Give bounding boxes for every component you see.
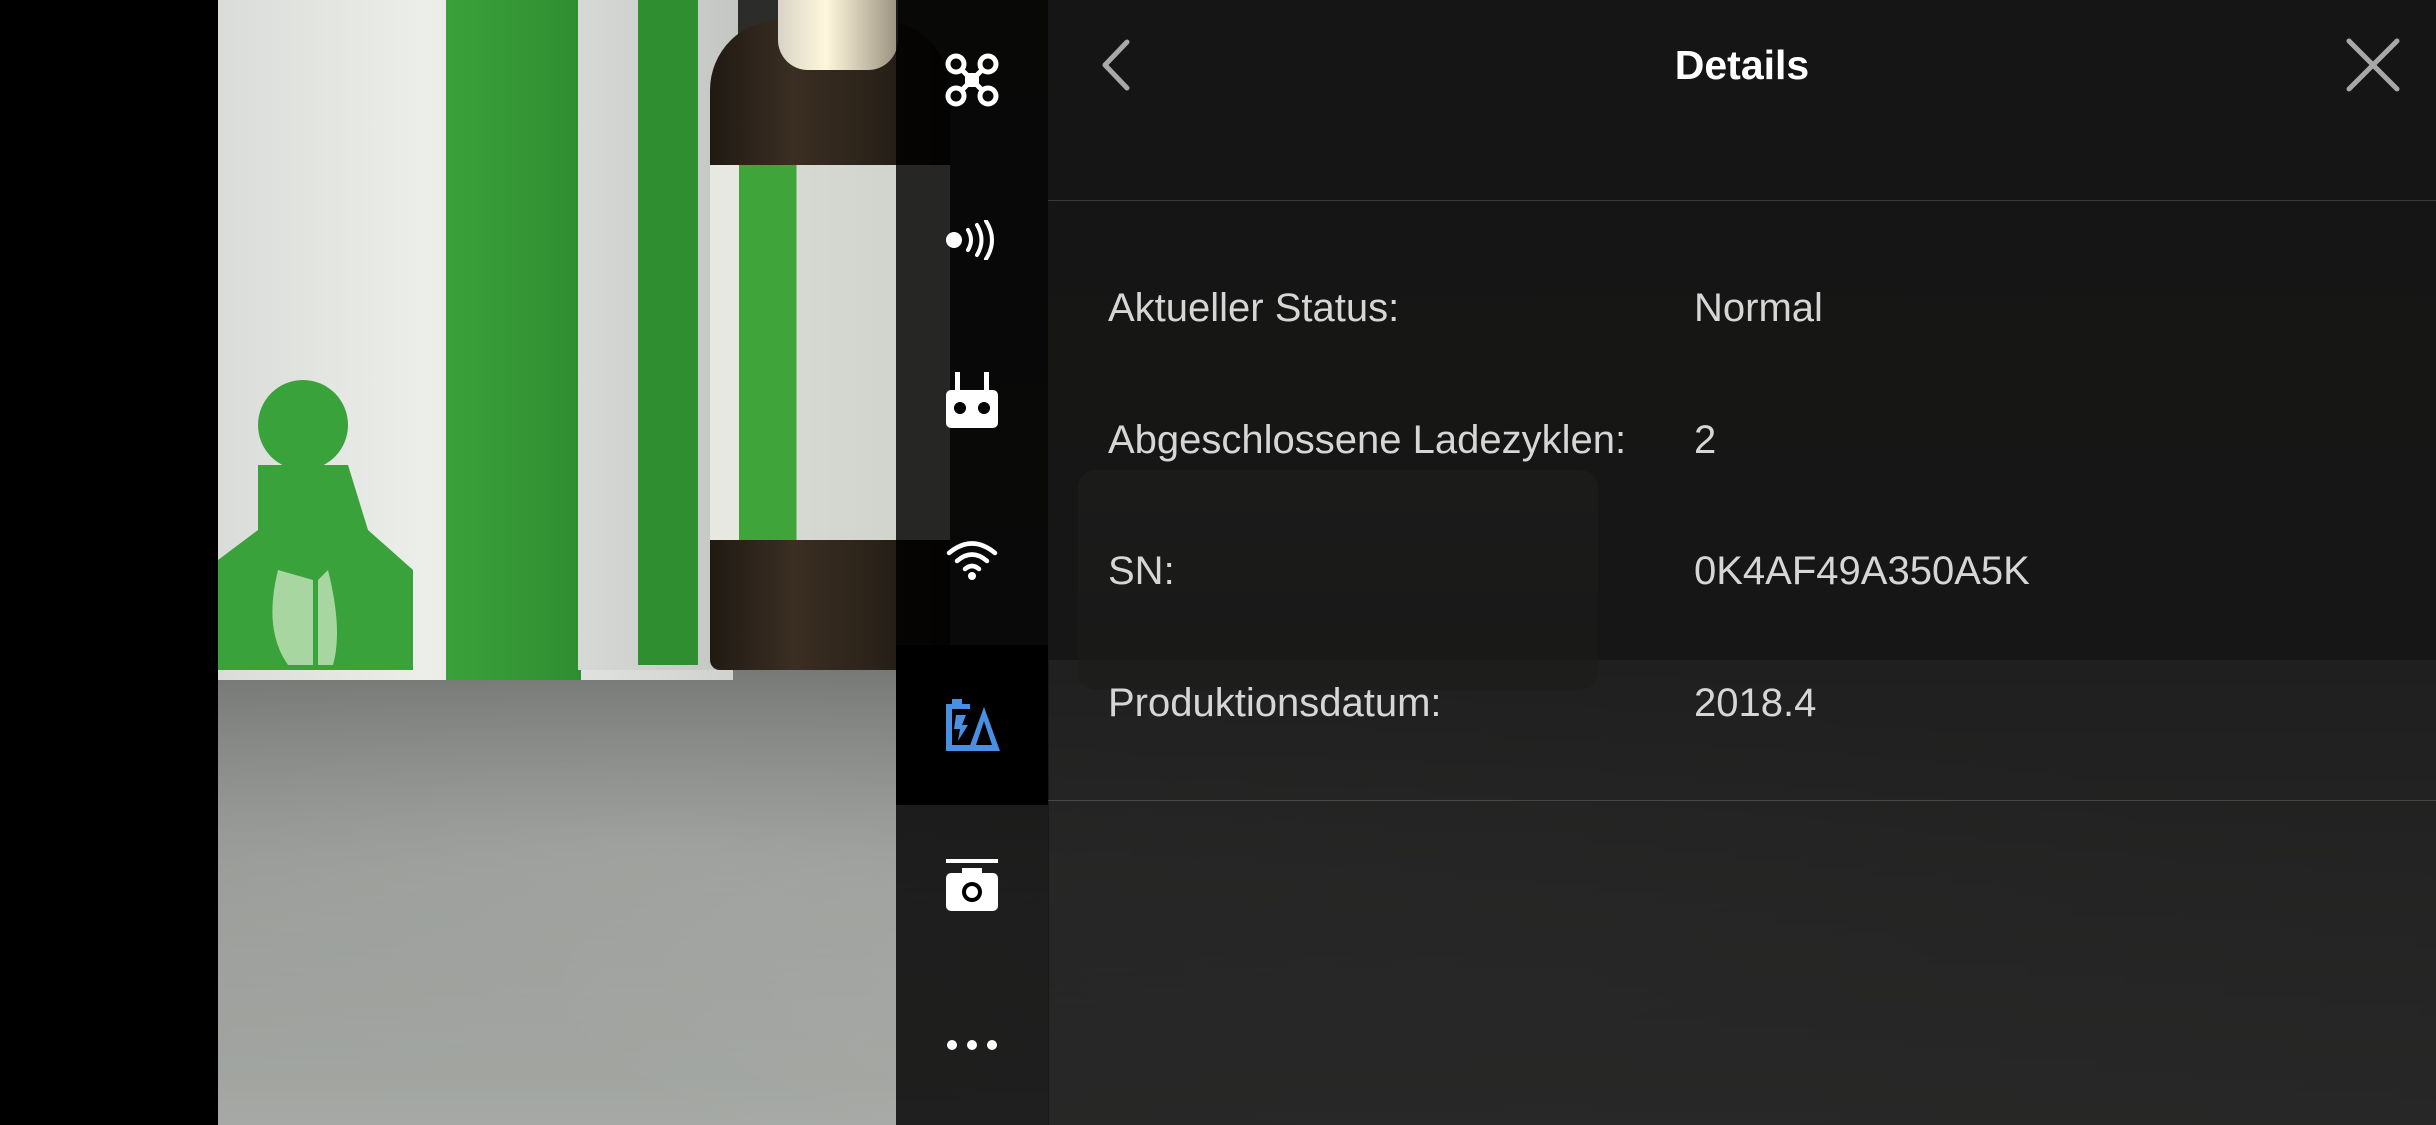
app-screen: Details Aktueller Status: Normal Abgesch… [0,0,2436,1125]
camera-icon [946,859,998,911]
detail-row-production-date: Produktionsdatum: 2018.4 [1108,673,2408,733]
detail-value: 2018.4 [1694,681,1817,725]
detail-row-serial-number: SN: 0K4AF49A350A5K [1108,541,2408,601]
close-button[interactable] [2338,30,2408,100]
detail-label: Abgeschlossene Ladezyklen: [1108,418,1627,462]
sidebar-item-more[interactable] [896,965,1048,1125]
close-icon [2346,38,2400,92]
sidebar-item-signal-transmission[interactable] [896,160,1048,320]
battery-icon [946,699,1000,751]
battery-details-panel: Details Aktueller Status: Normal Abgesch… [1048,0,2436,1125]
detail-value: Normal [1694,286,1823,330]
settings-sidebar [896,0,1049,1125]
sidebar-item-camera[interactable] [896,805,1048,965]
camera-view-figure [218,380,413,670]
detail-value: 0K4AF49A350A5K [1694,549,2030,593]
camera-view-box-stripe [446,0,581,680]
details-header: Details [1048,0,2436,201]
detail-row-charge-cycles: Abgeschlossene Ladezyklen: 2 [1108,410,2408,470]
remote-controller-icon [946,372,998,428]
camera-view-box-side-stripe [638,0,698,665]
sidebar-item-aircraft[interactable] [896,0,1048,160]
page-title: Details [1674,42,1810,88]
detail-label: SN: [1108,549,1175,593]
sidebar-item-remote-controller[interactable] [896,320,1048,480]
camera-view-bottle-cap [778,0,898,70]
more-icon [947,1040,997,1050]
detail-label: Aktueller Status: [1108,286,1400,330]
signal-transmission-icon [946,220,994,260]
detail-row-status: Aktueller Status: Normal [1108,278,2408,338]
aircraft-icon [945,53,999,107]
detail-label: Produktionsdatum: [1108,681,1442,725]
chevron-left-icon [1102,39,1130,91]
sidebar-item-wifi[interactable] [896,480,1048,640]
sidebar-item-battery[interactable] [896,645,1048,805]
detail-value: 2 [1694,418,1717,462]
details-list: Aktueller Status: Normal Abgeschlossene … [1048,200,2436,801]
back-button[interactable] [1088,30,1144,100]
wifi-icon [946,541,998,580]
